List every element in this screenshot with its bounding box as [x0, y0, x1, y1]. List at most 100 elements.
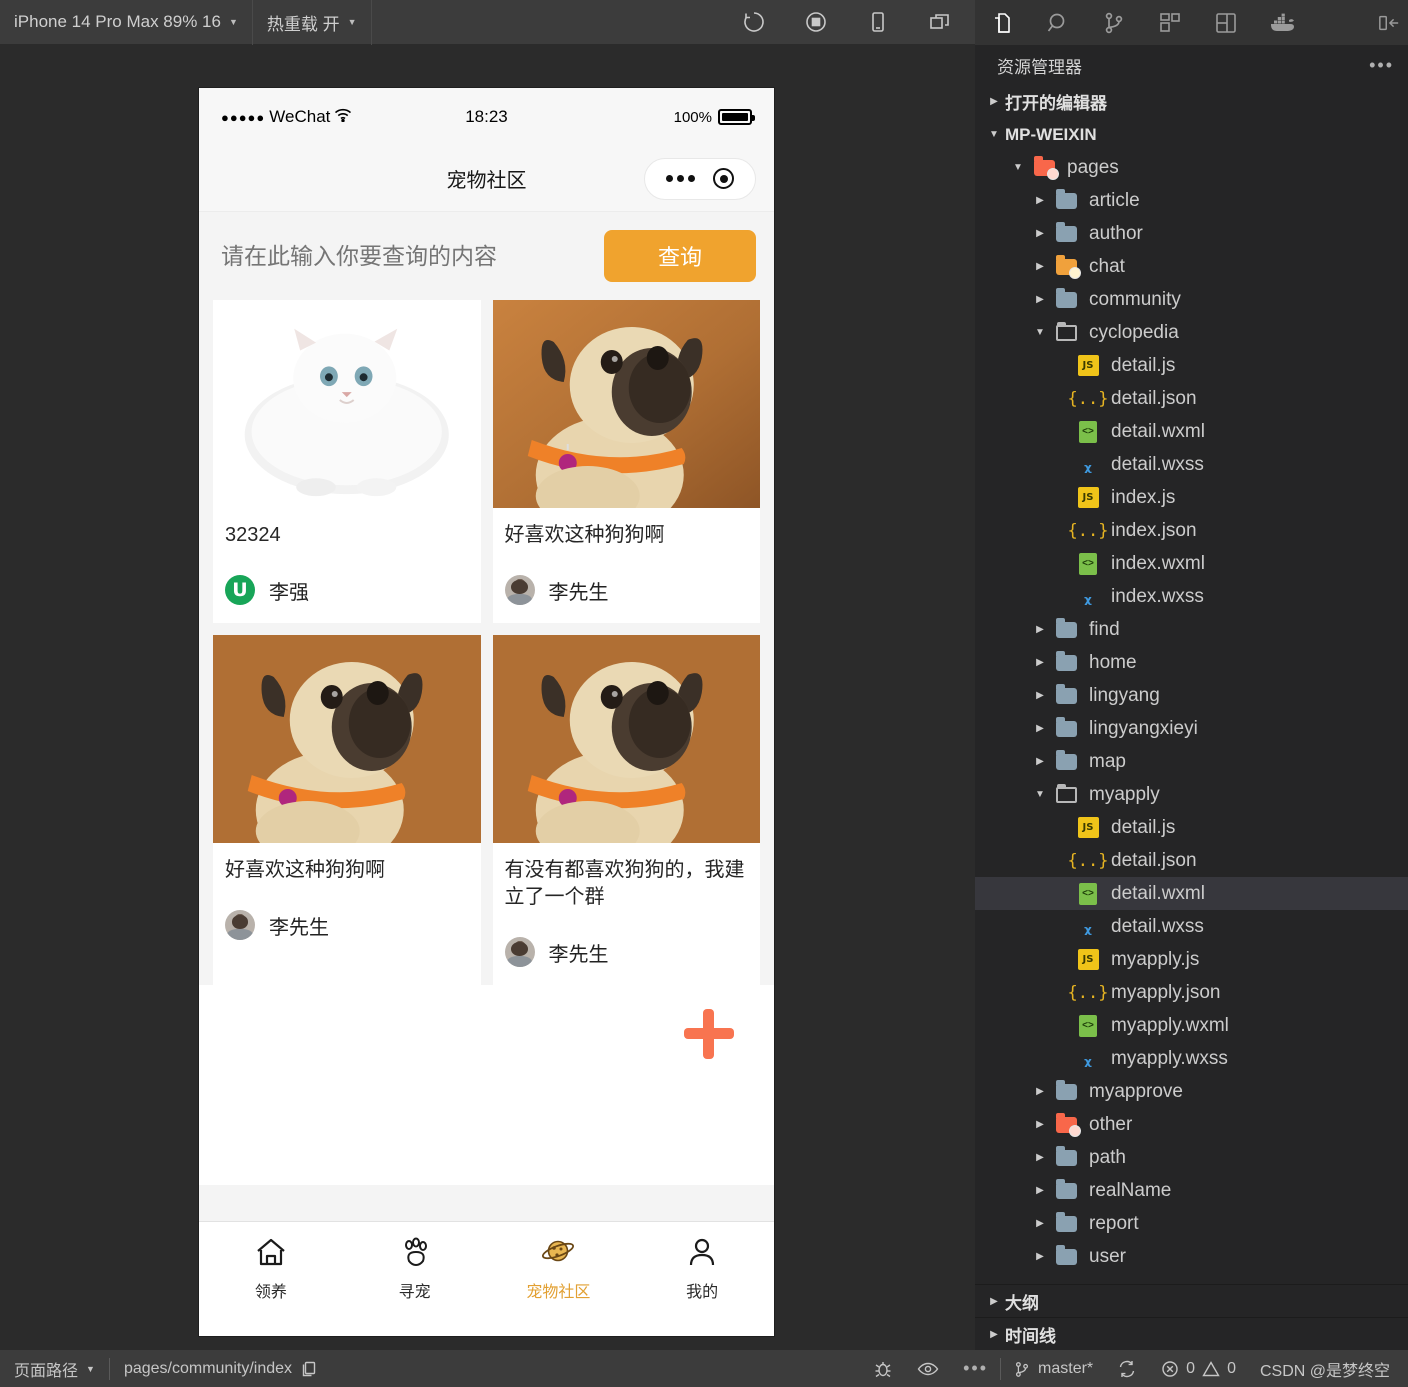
tree-folder-map[interactable]: ▶ map	[975, 745, 1408, 778]
files-icon[interactable]	[987, 8, 1017, 38]
post-card[interactable]: 32324 U 李强	[213, 300, 481, 623]
section-open-editors[interactable]: ▶ 打开的编辑器	[975, 85, 1408, 118]
tree-folder-author[interactable]: ▶ author	[975, 217, 1408, 250]
tree-item-label: user	[1089, 1245, 1126, 1267]
status-bar: 页面路径 ▼ pages/community/index ••• master*…	[0, 1350, 1408, 1387]
close-target-icon[interactable]	[713, 168, 734, 189]
layout-icon[interactable]	[1211, 8, 1241, 38]
search-button[interactable]: 查询	[604, 230, 756, 282]
simulator-area: ●●●●● WeChat 18:23 100% 宠物社区 请在此输入你要查询的内…	[0, 45, 975, 1350]
chevron-right-icon: ▶	[1036, 657, 1044, 668]
avatar	[225, 910, 255, 940]
extensions-icon[interactable]	[1155, 8, 1185, 38]
post-card[interactable]: 好喜欢这种狗狗啊 李先生	[492, 300, 760, 623]
sync-button[interactable]	[1105, 1350, 1149, 1387]
tree-file-myapply-wxss[interactable]: ᵪ myapply.wxss	[975, 1042, 1408, 1075]
tree-file-detail-json[interactable]: {..} detail.json	[975, 382, 1408, 415]
docker-icon[interactable]	[1267, 8, 1297, 38]
section-timeline[interactable]: ▶ 时间线	[975, 1317, 1408, 1350]
hot-reload-selector[interactable]: 热重载 开 ▼	[253, 0, 372, 45]
folder-icon	[1051, 650, 1081, 671]
tree-folder-report[interactable]: ▶ report	[975, 1207, 1408, 1240]
avatar	[504, 575, 535, 605]
windows-icon[interactable]	[927, 9, 953, 35]
tree-file-index-json[interactable]: {..} index.json	[975, 514, 1408, 547]
tree-file-index-wxss[interactable]: ᵪ index.wxss	[975, 580, 1408, 613]
copy-icon[interactable]	[300, 1360, 318, 1378]
panel-toggle-icon[interactable]	[1378, 8, 1408, 38]
tree-folder-chat[interactable]: ▶ chat	[975, 250, 1408, 283]
chevron-down-icon: ▼	[1013, 162, 1023, 173]
tree-folder-pages[interactable]: ▼ pages	[975, 151, 1408, 184]
tree-folder-cyclopedia[interactable]: ▼ cyclopedia	[975, 316, 1408, 349]
tab-label: 寻宠	[398, 1284, 431, 1301]
tree-file-detail-js[interactable]: JS detail.js	[975, 349, 1408, 382]
json-file-icon: {..}	[1067, 850, 1109, 871]
tree-folder-find[interactable]: ▶ find	[975, 613, 1408, 646]
toolbar-actions	[741, 9, 975, 35]
search-input[interactable]	[221, 242, 592, 270]
tree-file-detail-wxss[interactable]: ᵪ detail.wxss	[975, 448, 1408, 481]
tree-file-detail-wxml[interactable]: <> detail.wxml	[975, 877, 1408, 910]
tree-folder-myapply[interactable]: ▼ myapply	[975, 778, 1408, 811]
tree-folder-community[interactable]: ▶ community	[975, 283, 1408, 316]
git-branch-button[interactable]: master*	[1001, 1350, 1105, 1387]
tree-item-label: myapply.json	[1111, 981, 1221, 1003]
tab-bar: 领养 寻宠 宠物社区 我的	[199, 1221, 774, 1336]
refresh-icon[interactable]	[741, 9, 767, 35]
stop-record-icon[interactable]	[803, 9, 829, 35]
device-selector[interactable]: iPhone 14 Pro Max 89% 16 ▼	[0, 0, 253, 45]
chevron-down-icon: ▼	[228, 17, 238, 27]
chevron-right-icon: ▶	[990, 1328, 998, 1340]
js-file-icon: JS	[1073, 487, 1103, 508]
tab-lingyang[interactable]: 领养	[199, 1234, 343, 1336]
wxss-file-icon: ᵪ	[1084, 453, 1092, 476]
more-icon[interactable]: •••	[1369, 55, 1394, 76]
wxml-file-icon: <>	[1073, 1014, 1103, 1037]
chevron-right-icon: ▶	[1036, 195, 1044, 206]
tree-folder-path[interactable]: ▶ path	[975, 1141, 1408, 1174]
source-control-icon[interactable]	[1099, 8, 1129, 38]
section-project-root[interactable]: ▼ MP-WEIXIN	[975, 118, 1408, 151]
tree-item-label: myapprove	[1089, 1080, 1183, 1102]
tree-file-myapply-wxml[interactable]: <> myapply.wxml	[975, 1009, 1408, 1042]
page-path-selector[interactable]: 页面路径 ▼	[0, 1350, 109, 1387]
preview-button[interactable]	[905, 1350, 951, 1387]
tree-folder-lingyangxieyi[interactable]: ▶ lingyangxieyi	[975, 712, 1408, 745]
tree-folder-realName[interactable]: ▶ realName	[975, 1174, 1408, 1207]
tree-folder-lingyang[interactable]: ▶ lingyang	[975, 679, 1408, 712]
tree-folder-myapprove[interactable]: ▶ myapprove	[975, 1075, 1408, 1108]
tree-file-detail-js[interactable]: JS detail.js	[975, 811, 1408, 844]
problems-button[interactable]: 0 0	[1149, 1350, 1248, 1387]
battery-percent-label: 100%	[673, 108, 712, 126]
tree-folder-other[interactable]: ▶ other	[975, 1108, 1408, 1141]
tree-file-index-js[interactable]: JS index.js	[975, 481, 1408, 514]
status-carrier: ●●●●● WeChat	[221, 107, 398, 127]
tree-folder-article[interactable]: ▶ article	[975, 184, 1408, 217]
search-icon[interactable]	[1043, 8, 1073, 38]
section-outline[interactable]: ▶ 大纲	[975, 1284, 1408, 1317]
post-card[interactable]: 有没有都喜欢狗狗的，我建立了一个群 李先生	[492, 635, 760, 985]
wechat-capsule-menu[interactable]	[644, 157, 756, 200]
folder-icon	[1051, 321, 1081, 341]
tree-file-myapply-js[interactable]: JS myapply.js	[975, 943, 1408, 976]
tree-folder-home[interactable]: ▶ home	[975, 646, 1408, 679]
post-card[interactable]: 好喜欢这种狗狗啊 李先生	[213, 635, 481, 985]
tree-folder-user[interactable]: ▶ user	[975, 1240, 1408, 1273]
tab-chongwushequ[interactable]: 宠物社区	[487, 1234, 631, 1336]
js-file-icon: JS	[1073, 817, 1103, 838]
tab-wode[interactable]: 我的	[630, 1234, 774, 1336]
tree-file-index-wxml[interactable]: <> index.wxml	[975, 547, 1408, 580]
tree-file-detail-wxss[interactable]: ᵪ detail.wxss	[975, 910, 1408, 943]
tree-file-detail-json[interactable]: {..} detail.json	[975, 844, 1408, 877]
status-more-button[interactable]: •••	[951, 1350, 1000, 1387]
signal-dots-icon: ●●●●●	[221, 109, 266, 125]
device-icon[interactable]	[865, 9, 891, 35]
tree-file-myapply-json[interactable]: {..} myapply.json	[975, 976, 1408, 1009]
more-dots-icon[interactable]	[666, 175, 695, 182]
add-post-button[interactable]	[684, 1009, 734, 1059]
tree-file-detail-wxml[interactable]: <> detail.wxml	[975, 415, 1408, 448]
debug-button[interactable]	[861, 1350, 905, 1387]
tab-xunchong[interactable]: 寻宠	[343, 1234, 487, 1336]
tree-item-label: chat	[1089, 255, 1125, 277]
